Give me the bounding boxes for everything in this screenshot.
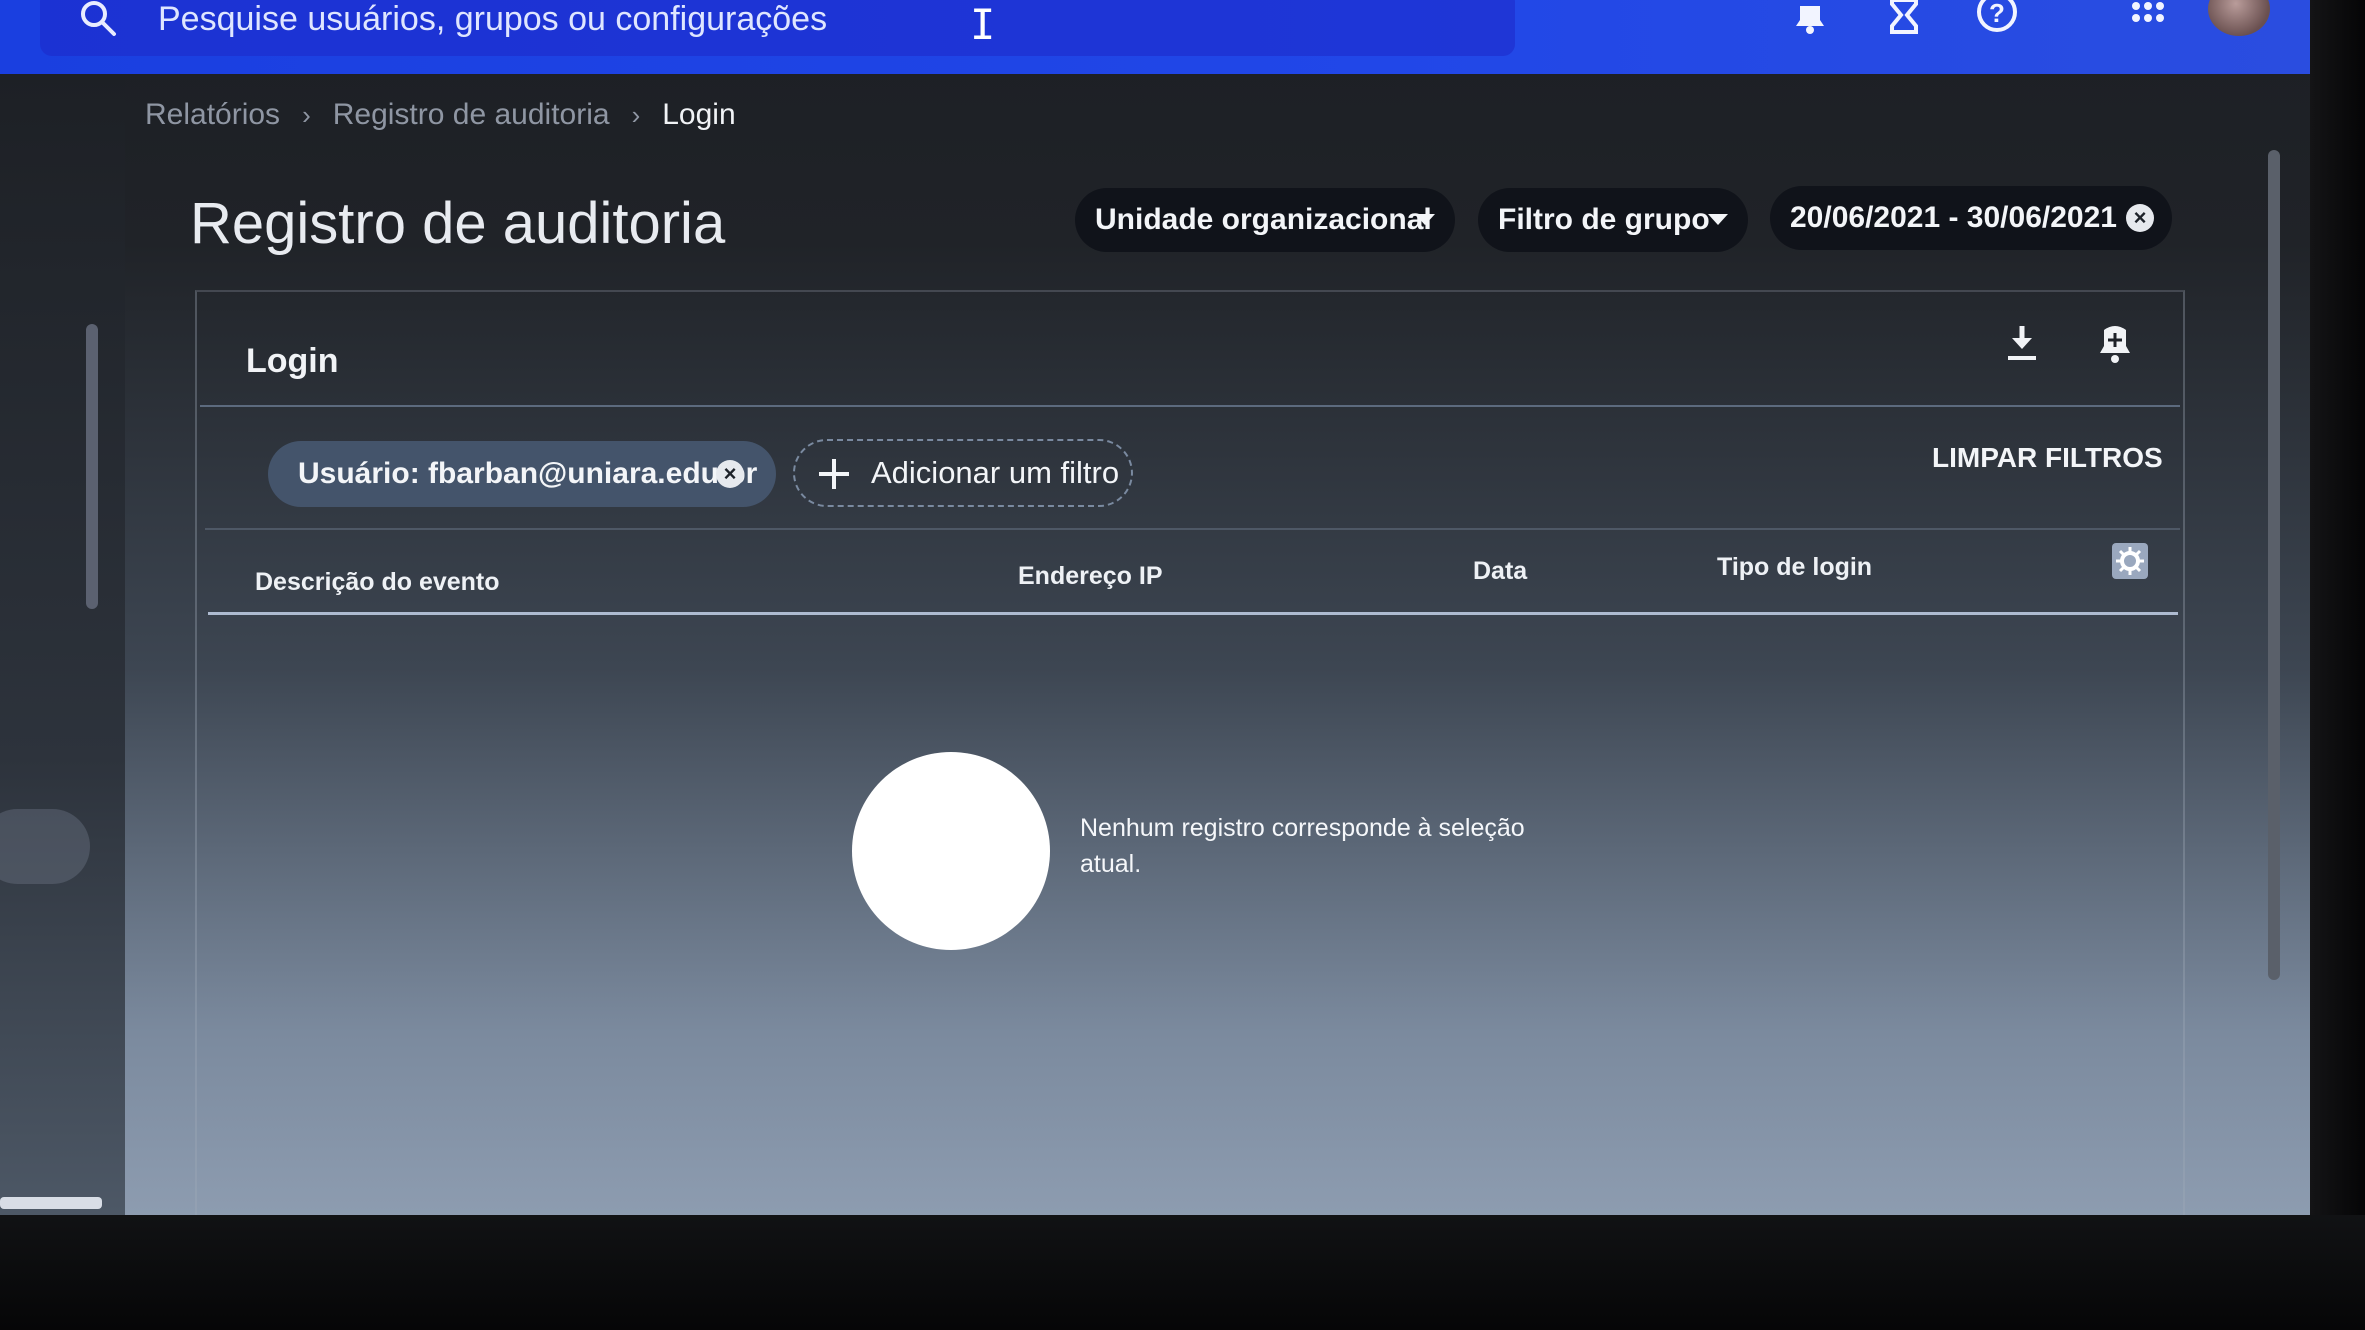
rail-bottom-bar [0,1197,102,1209]
text-cursor-icon: I [970,0,996,49]
monitor-bezel-bottom [0,1215,2365,1330]
add-filter-button[interactable]: Adicionar um filtro [793,439,1133,507]
plus-icon [819,459,849,489]
apps-grid-icon[interactable] [2126,0,2170,38]
breadcrumb-audit-log[interactable]: Registro de auditoria [333,98,610,132]
main-scrollbar[interactable] [2268,150,2280,980]
download-icon[interactable] [2000,322,2044,366]
hourglass-icon[interactable] [1882,0,1926,38]
group-filter-label: Filtro de grupo [1498,203,1710,236]
breadcrumb-current: Login [662,98,736,131]
group-filter-dropdown[interactable]: Filtro de grupo [1478,188,1748,252]
empty-state-illustration [852,752,1050,950]
column-header-login-type[interactable]: Tipo de login [1717,553,1872,582]
account-avatar[interactable] [2208,0,2270,36]
breadcrumb-reports[interactable]: Relatórios [145,98,280,132]
gear-icon[interactable] [2112,543,2148,579]
rail-scrollbar[interactable] [86,324,98,609]
search-icon[interactable] [78,0,118,40]
column-header-ip[interactable]: Endereço IP [1018,562,1163,591]
top-app-bar: Pesquise usuários, grupos ou configuraçõ… [0,0,2310,74]
org-unit-label: Unidade organizacional [1095,203,1432,236]
breadcrumb-separator: › [631,99,641,130]
date-range-label: 20/06/2021 - 30/06/2021 [1790,201,2117,234]
chevron-down-icon [1415,214,1435,225]
bell-icon[interactable] [1788,0,1832,38]
date-range-chip[interactable]: 20/06/2021 - 30/06/2021 × [1770,186,2172,250]
add-filter-label: Adicionar um filtro [871,455,1120,490]
user-filter-chip[interactable]: Usuário: fbarban@uniara.edu.br × [268,441,776,507]
table-header-divider [205,528,2180,530]
column-header-event[interactable]: Descrição do evento [255,568,500,597]
left-navigation-rail [0,74,125,1215]
table-header-underline [208,612,2178,615]
panel-divider [200,405,2180,407]
breadcrumb-separator: › [302,99,311,130]
audit-panel [195,290,2185,1215]
screen: Pesquise usuários, grupos ou configuraçõ… [0,0,2310,1215]
empty-state-message: Nenhum registro corresponde à seleção at… [1080,814,1525,878]
clear-date-icon[interactable]: × [2126,204,2154,232]
user-filter-label: Usuário: fbarban@uniara.edu.br [298,457,758,490]
remove-filter-icon[interactable]: × [716,460,744,488]
org-unit-dropdown[interactable]: Unidade organizacional [1075,188,1455,252]
monitor-bezel-right [2310,0,2365,1330]
rail-nav-item[interactable] [0,809,90,884]
search-input[interactable]: Pesquise usuários, grupos ou configuraçõ… [158,0,827,39]
svg-text:?: ? [1989,0,2005,28]
help-icon[interactable]: ? [1975,0,2019,38]
clear-filters-button[interactable]: LIMPAR FILTROS [1932,442,2163,474]
column-header-date[interactable]: Data [1473,557,1527,586]
breadcrumb: Relatórios › Registro de auditoria › Log… [145,98,736,132]
panel-title: Login [246,342,339,380]
add-alert-icon[interactable] [2093,322,2137,366]
chevron-down-icon [1708,214,1728,225]
page-title: Registro de auditoria [190,191,726,256]
